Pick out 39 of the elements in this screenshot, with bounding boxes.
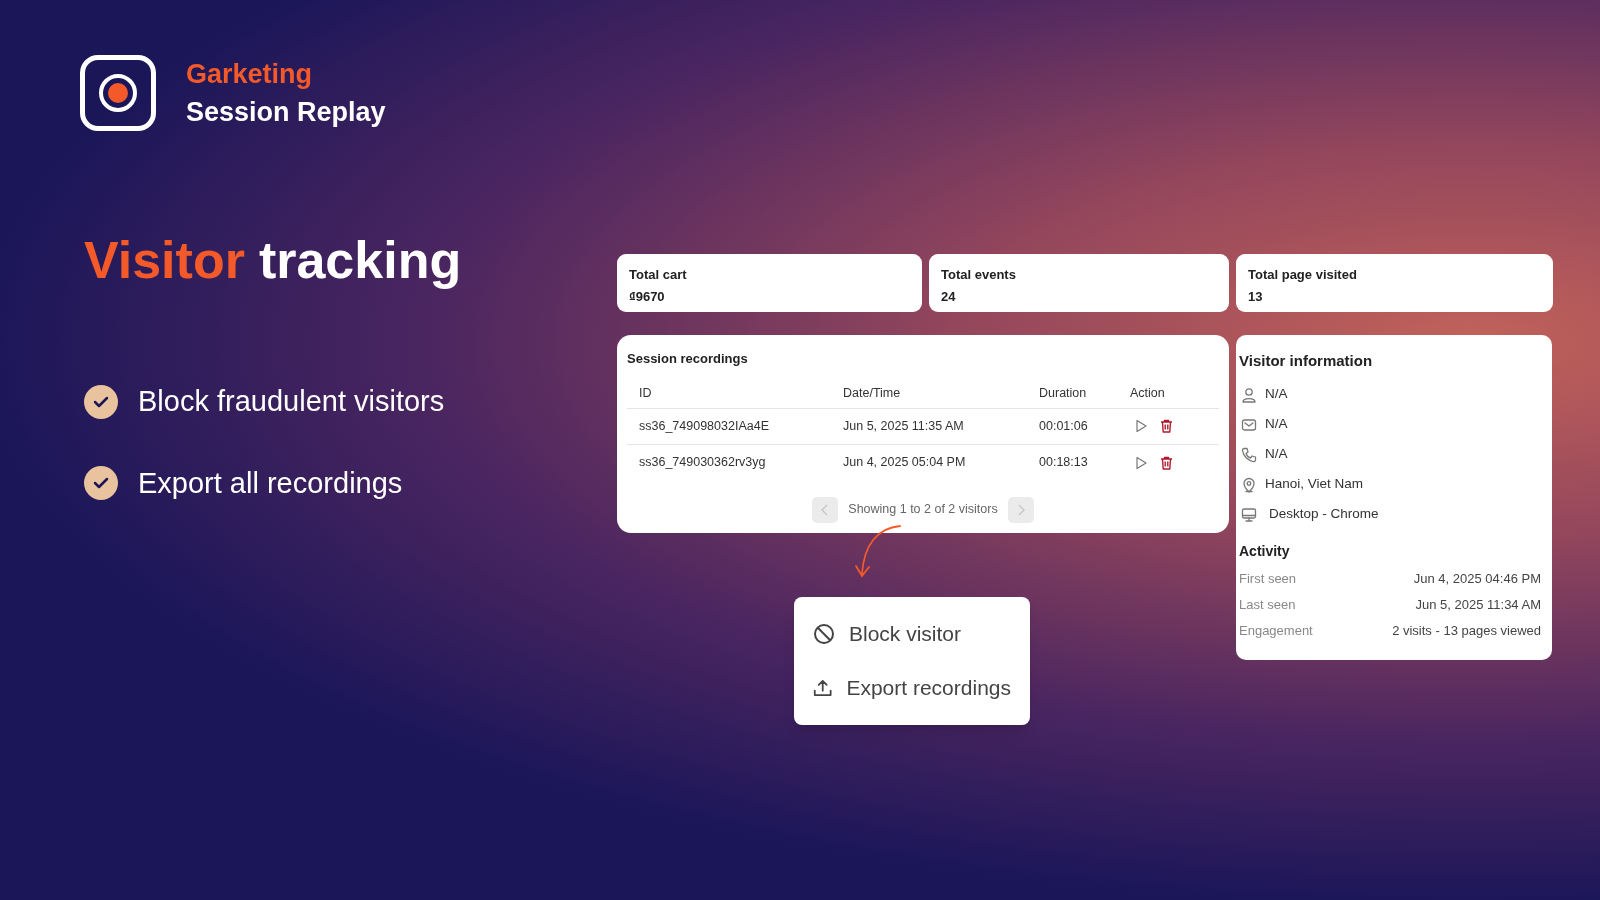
headline: tracking	[258, 230, 462, 291]
column-header: Date/Time	[843, 384, 902, 402]
column-header: Action	[1130, 384, 1166, 402]
visitor-detail: N/A	[1265, 445, 1288, 464]
table-cell-text: ss36_749098032IAa4E	[639, 417, 770, 435]
menu-item[interactable]: Export recordings	[794, 661, 1030, 715]
menu-item[interactable]: Block visitor	[794, 607, 1030, 661]
stat-label: Total cart	[629, 266, 688, 284]
brand-name: Garketing	[186, 58, 314, 90]
visitor-detail: Hanoi, Viet Nam	[1265, 475, 1364, 494]
stat-value: 13	[1248, 287, 1264, 306]
pagination-text: Showing 1 to 2 of 2 visitors	[848, 501, 998, 519]
visitor-detail: Desktop - Chrome	[1269, 505, 1379, 524]
feature-text: Block fraudulent visitors	[138, 384, 445, 419]
column-header: ID	[639, 384, 653, 402]
card-title: Session recordings	[627, 350, 749, 368]
activity-label: Last seen	[1239, 595, 1296, 614]
visitor-detail: N/A	[1265, 415, 1288, 434]
stat-value: ₫9670	[629, 287, 666, 306]
column-header: Duration	[1039, 384, 1088, 402]
table-cell-text: ss36_749030362rv3yg	[639, 454, 767, 472]
stat-label: Total page visited	[1248, 266, 1358, 284]
activity-label: Engagement	[1239, 621, 1313, 640]
table-cell-text: Jun 4, 2025 05:04 PM	[843, 454, 967, 472]
stat-label: Total events	[941, 266, 1017, 284]
table-cell-text: 00:18:13	[1039, 454, 1089, 472]
activity-value: Jun 4, 2025 04:46 PM	[1413, 569, 1541, 588]
table-cell-text: Jun 5, 2025 11:35 AM	[843, 417, 965, 435]
headline-accent: Visitor	[84, 230, 245, 291]
section-title: Activity	[1239, 541, 1291, 561]
stat-value: 24	[941, 287, 957, 306]
visitor-detail: N/A	[1265, 385, 1288, 404]
activity-label: First seen	[1239, 569, 1297, 588]
table-cell-text: 00:01:06	[1039, 417, 1089, 435]
product-name: Session Replay	[186, 96, 386, 128]
card-title: Visitor information	[1239, 351, 1374, 371]
activity-value: Jun 5, 2025 11:34 AM	[1415, 595, 1541, 614]
feature-text: Export all recordings	[138, 465, 403, 501]
activity-value: 2 visits - 13 pages viewed	[1392, 621, 1541, 640]
